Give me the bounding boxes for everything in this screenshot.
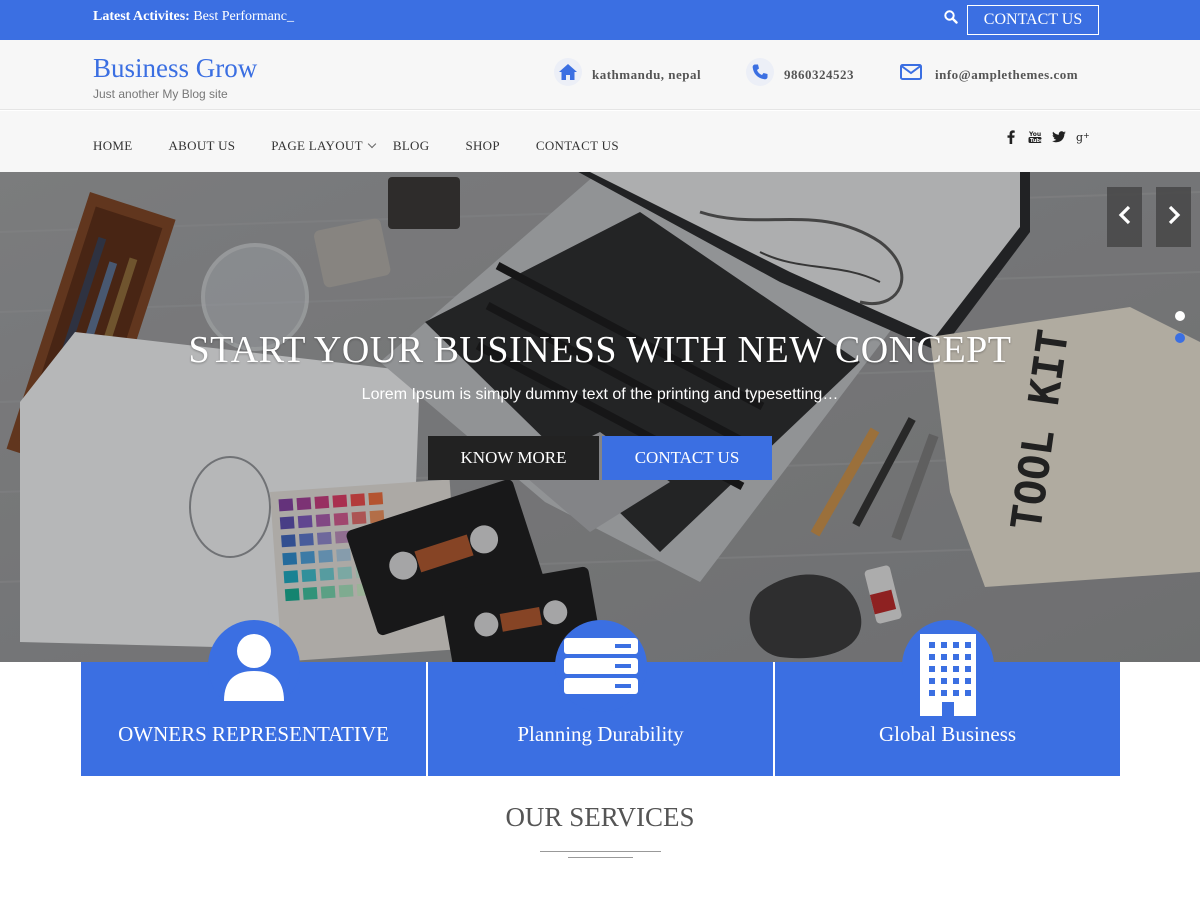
slider-dot-1[interactable]	[1175, 311, 1185, 321]
hero-contact-button[interactable]: CONTACT US	[602, 436, 772, 480]
google-plus-icon[interactable]: g +	[1076, 130, 1090, 144]
feature-box-owners[interactable]: OWNERS REPRESENTATIVE	[81, 620, 426, 776]
slider-next-button[interactable]	[1156, 187, 1191, 247]
latest-activities-label: Latest Activites:	[93, 9, 190, 24]
search-icon[interactable]	[944, 10, 960, 26]
facebook-icon[interactable]	[1004, 130, 1018, 144]
hero-subtitle: Lorem Ipsum is simply dummy text of the …	[361, 386, 839, 403]
site-header: Business Grow Just another My Blog site …	[0, 40, 1200, 110]
feature-box-global[interactable]: Global Business	[775, 620, 1120, 776]
chevron-left-icon	[1118, 205, 1132, 230]
server-icon	[555, 620, 647, 712]
top-bar: Latest Activites: Best Performanc_ CONTA…	[0, 0, 1200, 40]
nav-about-us[interactable]: ABOUT US	[168, 138, 235, 154]
feature-boxes: OWNERS REPRESENTATIVE Planning Durabilit…	[81, 620, 1120, 776]
home-icon	[554, 58, 582, 86]
hero-title: START YOUR BUSINESS WITH NEW CONCEPT	[188, 329, 1012, 371]
svg-text:Tube: Tube	[1030, 138, 1042, 144]
services-heading: OUR SERVICES	[505, 802, 695, 832]
chevron-down-icon	[367, 139, 377, 149]
nav-blog[interactable]: BLOG	[393, 138, 430, 154]
slider-prev-button[interactable]	[1107, 187, 1142, 247]
youtube-icon[interactable]: You Tube	[1028, 130, 1042, 144]
slider-dot-2[interactable]	[1175, 333, 1185, 343]
address-text: kathmandu, nepal	[592, 67, 702, 82]
nav-home[interactable]: HOME	[93, 138, 132, 154]
hero-background-image: TOOL KIT	[0, 172, 1200, 662]
know-more-button[interactable]: KNOW MORE	[428, 436, 599, 480]
nav-contact-us[interactable]: CONTACT US	[536, 138, 619, 154]
building-icon	[902, 620, 994, 716]
svg-text:g: g	[1076, 131, 1083, 144]
latest-activities: Latest Activites: Best Performanc_	[93, 9, 294, 25]
site-tagline: Just another My Blog site	[93, 87, 228, 101]
user-icon	[208, 620, 300, 712]
nav-page-layout[interactable]: PAGE LAYOUT	[271, 138, 377, 154]
feature-box-planning[interactable]: Planning Durability	[428, 620, 773, 776]
hero-slider: TOOL KIT START YOUR BUSINESS WITH NEW CO…	[0, 172, 1200, 662]
chevron-right-icon	[1167, 205, 1181, 230]
top-contact-button[interactable]: CONTACT US	[967, 5, 1099, 35]
address-info: kathmandu, nepal	[554, 58, 702, 86]
email-text[interactable]: info@amplethemes.com	[935, 67, 1078, 83]
nav-page-layout-label: PAGE LAYOUT	[271, 138, 363, 153]
heading-divider-short	[568, 857, 633, 858]
email-info: info@amplethemes.com	[897, 64, 1078, 86]
site-title[interactable]: Business Grow	[93, 53, 257, 84]
nav-shop[interactable]: SHOP	[465, 138, 499, 154]
envelope-icon	[897, 58, 925, 86]
svg-text:You: You	[1028, 131, 1041, 138]
phone-text[interactable]: 9860324523	[784, 67, 854, 83]
heading-divider	[540, 851, 661, 852]
feature-label: Planning Durability	[517, 722, 684, 746]
latest-activities-ticker[interactable]: Best Performanc_	[193, 9, 294, 24]
twitter-icon[interactable]	[1052, 130, 1066, 144]
social-links: You Tube g +	[1004, 130, 1090, 144]
phone-info: 9860324523	[746, 58, 854, 86]
feature-label: OWNERS REPRESENTATIVE	[118, 722, 389, 746]
feature-label: Global Business	[878, 722, 1017, 746]
phone-icon	[746, 58, 774, 86]
svg-text:+: +	[1083, 131, 1090, 140]
